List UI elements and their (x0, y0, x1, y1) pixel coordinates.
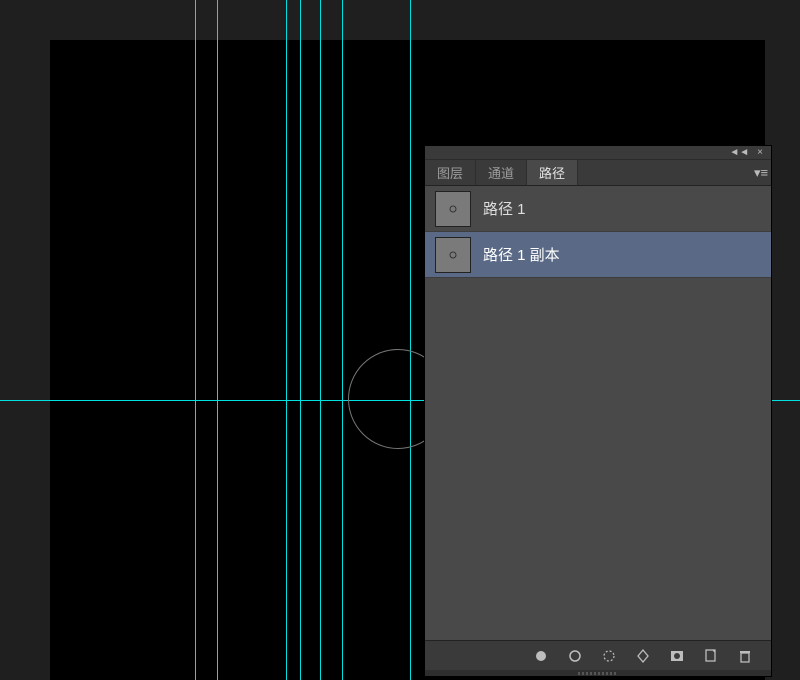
panel-flyout-menu-icon[interactable]: ▾≡ (751, 160, 771, 185)
load-selection-icon[interactable] (601, 648, 617, 664)
path-item[interactable]: 路径 1 (425, 186, 771, 232)
guide-vertical[interactable] (286, 0, 287, 680)
path-item-label: 路径 1 副本 (483, 244, 560, 265)
fill-path-icon[interactable] (533, 648, 549, 664)
path-thumbnail[interactable] (435, 237, 471, 273)
guide-vertical[interactable] (217, 0, 218, 680)
mask-icon[interactable] (669, 648, 685, 664)
guide-vertical[interactable] (300, 0, 301, 680)
guide-vertical[interactable] (342, 0, 343, 680)
collapse-panel-icon[interactable]: ◄◄ (729, 147, 749, 158)
paths-list[interactable]: 路径 1 路径 1 副本 (425, 186, 771, 640)
tab-channels[interactable]: 通道 (476, 160, 527, 185)
panel-header-bar[interactable]: ◄◄ × (425, 146, 771, 160)
panel-footer (425, 640, 771, 670)
close-panel-icon[interactable]: × (757, 147, 763, 158)
delete-path-icon[interactable] (737, 648, 753, 664)
viewport: ◄◄ × 图层通道路径 ▾≡ 路径 1 路径 1 副本 (0, 0, 800, 680)
path-item[interactable]: 路径 1 副本 (425, 232, 771, 278)
panel-resize-grip[interactable] (425, 670, 771, 676)
path-thumbnail[interactable] (435, 191, 471, 227)
guide-vertical[interactable] (410, 0, 411, 680)
guide-vertical[interactable] (320, 0, 321, 680)
panel-tabs: 图层通道路径 ▾≡ (425, 160, 771, 186)
path-item-label: 路径 1 (483, 198, 526, 219)
new-path-icon[interactable] (703, 648, 719, 664)
paths-panel: ◄◄ × 图层通道路径 ▾≡ 路径 1 路径 1 副本 (425, 146, 771, 676)
stroke-path-icon[interactable] (567, 648, 583, 664)
make-workpath-icon[interactable] (635, 648, 651, 664)
tab-layers[interactable]: 图层 (425, 160, 476, 185)
guide-vertical[interactable] (195, 0, 196, 680)
tab-paths[interactable]: 路径 (527, 160, 578, 185)
